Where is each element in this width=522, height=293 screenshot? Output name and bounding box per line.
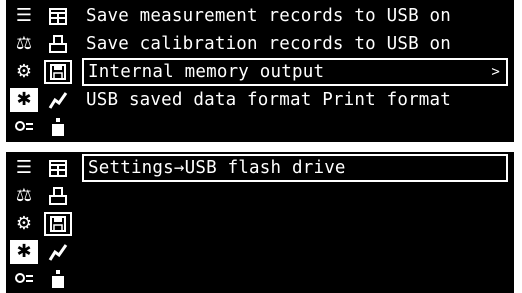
settings-menu-list: Save measurement records to USB on Save … — [82, 2, 508, 114]
save-records-icon[interactable] — [44, 4, 72, 28]
weight-settings-icon[interactable]: ⚙ — [10, 60, 38, 84]
gear-icon[interactable]: ✱ — [10, 240, 38, 264]
breadcrumb[interactable]: Settings→USB flash drive — [82, 154, 508, 182]
graph-icon[interactable] — [44, 88, 72, 112]
list-icon[interactable]: ☰ — [10, 4, 38, 28]
id-icon[interactable] — [10, 116, 38, 138]
top-display-panel: ☰ ⚖ ⚙ ✱ Save measurement records to USB … — [6, 0, 514, 142]
weight-settings-icon[interactable]: ⚙ — [10, 212, 38, 236]
menu-item-usb-saved-data-format[interactable]: USB saved data format Print format — [82, 86, 508, 114]
menu-item-save-calibration-records[interactable]: Save calibration records to USB on — [82, 30, 508, 58]
calibration-weight-icon[interactable] — [44, 116, 72, 138]
chevron-right-icon: > — [491, 64, 500, 80]
balance-icon[interactable]: ⚖ — [10, 184, 38, 208]
balance-icon[interactable]: ⚖ — [10, 32, 38, 56]
menu-item-label: Save measurement records to USB on — [86, 6, 452, 26]
bottom-display-panel: ☰ ⚖ ⚙ ✱ Settings→USB flash drive — [6, 152, 514, 293]
right-icon-column — [42, 152, 74, 293]
graph-icon[interactable] — [44, 240, 72, 264]
floppy-disk-icon[interactable] — [44, 212, 72, 236]
right-icon-column — [42, 0, 74, 142]
menu-item-label: Internal memory output — [88, 62, 325, 82]
save-records-icon[interactable] — [44, 156, 72, 180]
menu-item-internal-memory-output[interactable]: Internal memory output > — [82, 58, 508, 86]
settings-breadcrumb-area: Settings→USB flash drive — [82, 154, 508, 182]
menu-item-label: Save calibration records to USB on — [86, 34, 452, 54]
list-icon[interactable]: ☰ — [10, 156, 38, 180]
printer-icon[interactable] — [44, 32, 72, 56]
left-icon-column: ☰ ⚖ ⚙ ✱ — [8, 0, 40, 142]
menu-item-save-measurement-records[interactable]: Save measurement records to USB on — [82, 2, 508, 30]
id-icon[interactable] — [10, 268, 38, 290]
floppy-disk-icon[interactable] — [44, 60, 72, 84]
menu-item-label: USB saved data format Print format — [86, 90, 452, 110]
gear-icon[interactable]: ✱ — [10, 88, 38, 112]
calibration-weight-icon[interactable] — [44, 268, 72, 290]
breadcrumb-label: Settings→USB flash drive — [88, 158, 346, 178]
left-icon-column: ☰ ⚖ ⚙ ✱ — [8, 152, 40, 293]
printer-icon[interactable] — [44, 184, 72, 208]
